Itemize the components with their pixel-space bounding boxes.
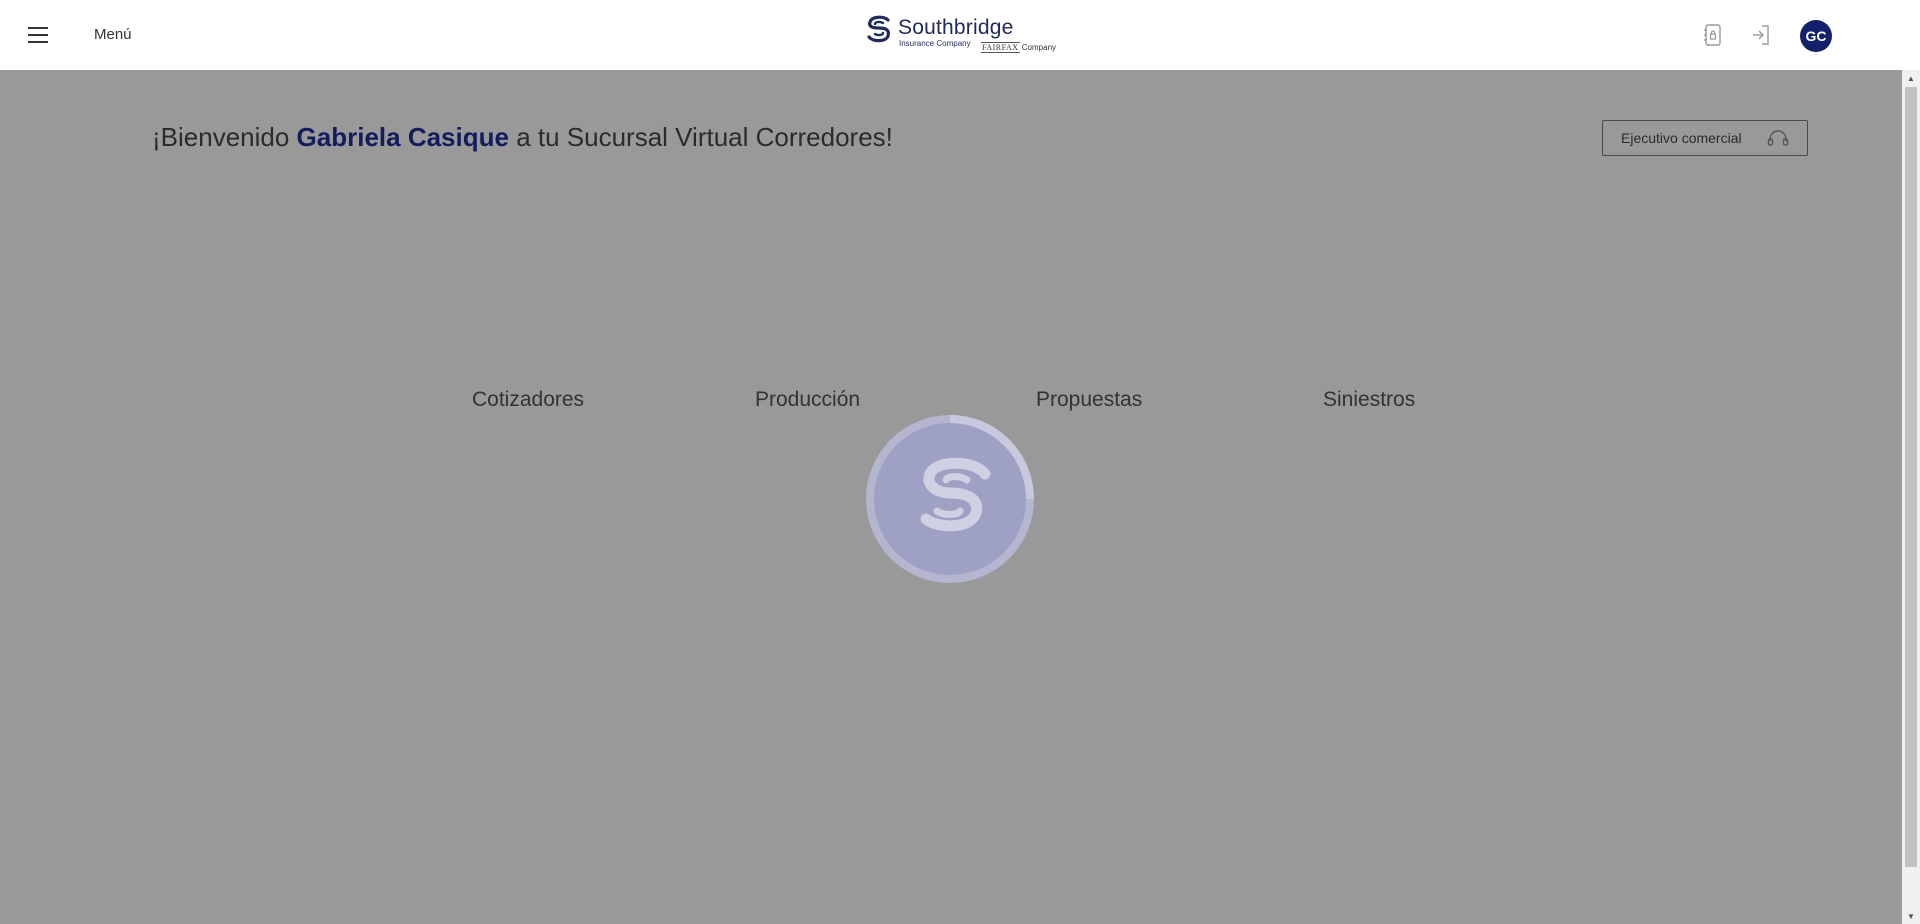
contacts-lock-icon[interactable] bbox=[1700, 22, 1726, 48]
fairfax-wordmark: FAIRFAX bbox=[981, 42, 1020, 53]
user-name: Gabriela Casique bbox=[296, 122, 509, 152]
scrollbar-thumb[interactable] bbox=[1905, 87, 1917, 867]
welcome-suffix: a tu Sucursal Virtual Corredores! bbox=[516, 122, 893, 152]
tab-siniestros[interactable]: Siniestros bbox=[1323, 388, 1415, 412]
tab-produccion[interactable]: Producción bbox=[755, 388, 860, 412]
top-navbar: Menú Southbridge Insurance Company FAIRF… bbox=[0, 0, 1920, 70]
tab-propuestas[interactable]: Propuestas bbox=[1036, 388, 1142, 412]
fairfax-suffix: Company bbox=[1021, 43, 1057, 52]
scroll-up-arrow-icon[interactable]: ▲ bbox=[1902, 70, 1920, 86]
user-avatar[interactable]: GC bbox=[1800, 20, 1832, 52]
logo-fairfax: FAIRFAX Company bbox=[981, 42, 1057, 53]
executive-contact-button[interactable]: Ejecutivo comercial bbox=[1602, 120, 1808, 156]
loading-spinner-icon bbox=[866, 415, 1034, 583]
executive-button-label: Ejecutivo comercial bbox=[1621, 130, 1742, 146]
tab-cotizadores[interactable]: Cotizadores bbox=[472, 388, 584, 412]
vertical-scrollbar[interactable]: ▲ ▼ bbox=[1902, 70, 1920, 924]
login-icon[interactable] bbox=[1748, 22, 1774, 48]
southbridge-logo-mark-icon bbox=[867, 15, 890, 43]
main-content-overlay: ¡Bienvenido Gabriela Casique a tu Sucurs… bbox=[0, 70, 1902, 924]
scroll-down-arrow-icon[interactable]: ▼ bbox=[1902, 908, 1920, 924]
southbridge-logo[interactable]: Southbridge Insurance Company FAIRFAX Co… bbox=[864, 14, 1064, 56]
menu-label[interactable]: Menú bbox=[94, 26, 132, 43]
hamburger-menu-icon[interactable] bbox=[28, 22, 56, 48]
headset-icon bbox=[1767, 130, 1789, 146]
welcome-prefix: ¡Bienvenido bbox=[152, 122, 290, 152]
logo-subtitle: Insurance Company bbox=[899, 39, 971, 48]
welcome-message: ¡Bienvenido Gabriela Casique a tu Sucurs… bbox=[152, 122, 893, 153]
logo-name: Southbridge bbox=[898, 16, 1014, 39]
